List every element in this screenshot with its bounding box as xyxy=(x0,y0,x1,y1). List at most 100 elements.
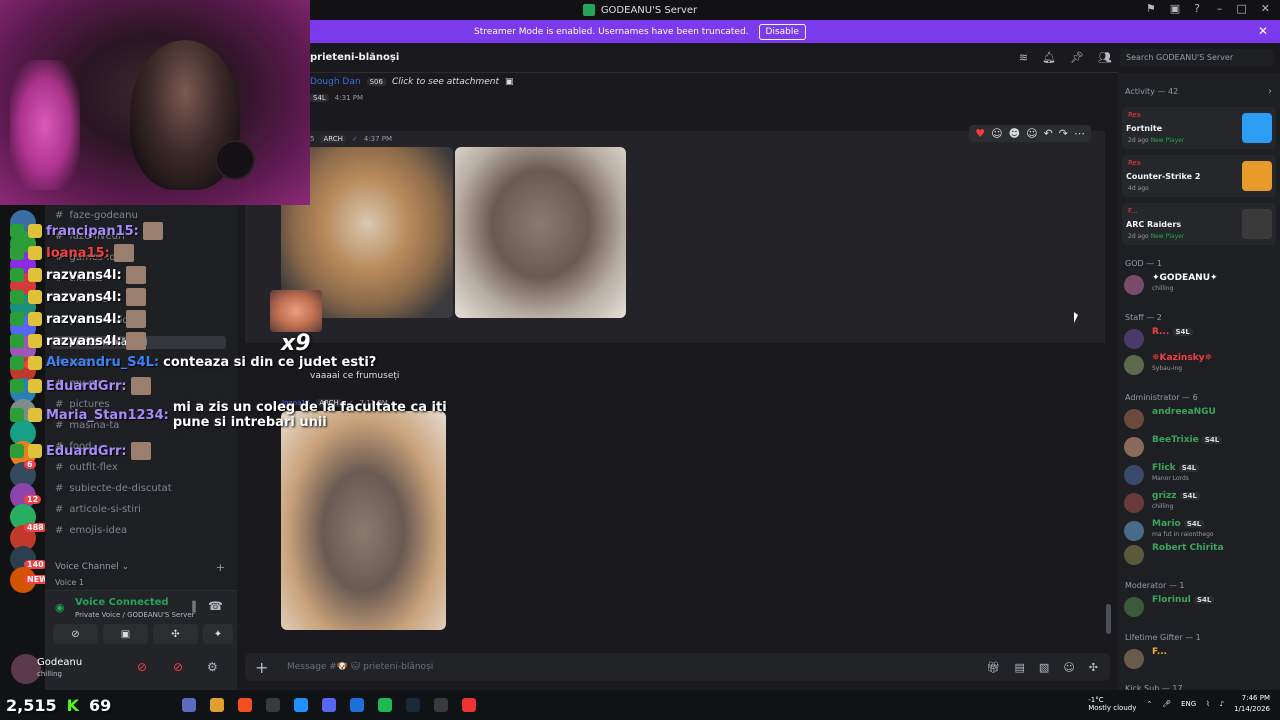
gif-icon[interactable]: ▤ xyxy=(1015,661,1025,674)
chevron-right-icon[interactable]: › xyxy=(1268,86,1272,97)
channel-faze-godeanu[interactable]: # faze-godeanu xyxy=(55,210,138,221)
disconnect-icon[interactable]: ☎ xyxy=(208,599,223,613)
chat-scrollbar[interactable] xyxy=(1106,604,1111,634)
gear-icon[interactable]: ⚙ xyxy=(207,660,218,674)
language[interactable]: ENG xyxy=(1181,700,1196,708)
volume-icon[interactable]: ♪ xyxy=(1220,700,1224,708)
emoji-icon[interactable]: ☺ xyxy=(1063,661,1074,674)
window-title: GODEANU'S Server xyxy=(600,4,698,16)
voice-status[interactable]: Voice Connected xyxy=(75,597,169,608)
member-row[interactable]: grizz S4L chilling xyxy=(1124,491,1276,513)
role-badge: S06 xyxy=(366,78,386,86)
mic-icon[interactable]: 🎤︎ xyxy=(1162,700,1171,708)
member-row[interactable]: ✵Kazinsky✵ Sybau-ing xyxy=(1124,353,1276,375)
minimize-icon[interactable]: – xyxy=(1217,2,1223,15)
member-row[interactable]: Florinul S4L xyxy=(1124,595,1276,617)
member-row[interactable]: R... S4L xyxy=(1124,327,1276,349)
message-input[interactable] xyxy=(287,662,887,672)
member-row[interactable]: andreeaNGU xyxy=(1124,407,1276,429)
search-input[interactable]: Search GODEANU'S Server xyxy=(1120,49,1274,67)
member-row[interactable]: F... xyxy=(1124,647,1276,669)
disable-streamer-button[interactable]: Disable xyxy=(758,23,806,40)
activity-card[interactable]: Rex Counter-Strike 2 4d ago xyxy=(1122,155,1276,197)
apps-icon[interactable]: ✣ xyxy=(1089,661,1098,674)
pin-icon[interactable]: 📌︎ xyxy=(1070,51,1084,64)
member-row[interactable]: Flick S4L Manor Lords xyxy=(1124,463,1276,485)
member-row[interactable]: BeeTrixie S4L xyxy=(1124,435,1276,457)
chat-line: EduardGrr: xyxy=(10,442,151,460)
wifi-icon[interactable]: ⌇ xyxy=(1206,700,1209,708)
channel-label: outfit-flex xyxy=(69,462,118,473)
obs-icon[interactable] xyxy=(266,698,280,712)
steam-icon[interactable] xyxy=(406,698,420,712)
chevron-up-icon[interactable]: ⌃ xyxy=(1146,700,1152,708)
add-reaction-icon[interactable]: ☺ xyxy=(1026,127,1037,140)
forward-icon[interactable]: ↷ xyxy=(1059,127,1068,140)
chat-emote xyxy=(113,244,134,262)
sticker-icon[interactable]: ▧ xyxy=(1039,661,1049,674)
heart-reaction-icon[interactable]: ♥ xyxy=(975,127,985,140)
laugh-reaction-icon[interactable]: ☻ xyxy=(1009,127,1020,140)
member-status: ma fut in raionthego xyxy=(1152,531,1214,538)
dog-photo-3[interactable] xyxy=(281,411,446,630)
inbox-icon[interactable]: ⚑ xyxy=(1146,2,1156,15)
server-icon xyxy=(582,4,595,16)
tier-badge-icon xyxy=(28,312,42,326)
sub-badge-icon xyxy=(10,334,24,348)
members-icon[interactable]: 👥︎ xyxy=(1098,51,1112,64)
files-icon[interactable] xyxy=(210,698,224,712)
chat-line: razvans4l: xyxy=(10,332,146,350)
bell-icon[interactable]: 🔔︎ xyxy=(1042,51,1056,64)
threads-icon[interactable]: ≋ xyxy=(1019,51,1028,64)
help-icon[interactable]: ? xyxy=(1194,2,1200,15)
store-icon[interactable] xyxy=(294,698,308,712)
channel-outfit-flex[interactable]: # outfit-flex xyxy=(55,462,118,473)
mic-muted-icon[interactable]: ⊘ xyxy=(137,660,147,674)
brave-icon[interactable] xyxy=(238,698,252,712)
channel-emojis-idea[interactable]: # emojis-idea xyxy=(55,525,127,536)
screen-icon[interactable]: ▣ xyxy=(1170,2,1180,15)
gift-icon[interactable]: 🎁︎ xyxy=(987,661,1001,674)
attachment-link[interactable]: Click to see attachment xyxy=(392,77,499,87)
edge-icon[interactable] xyxy=(350,698,364,712)
message-author[interactable]: 5 xyxy=(310,135,314,143)
activity-tag: New Player xyxy=(1150,233,1185,240)
activity-card[interactable]: Rex Fortnite 2d ago New Player xyxy=(1122,107,1276,149)
more-icon[interactable]: ⋯ xyxy=(1074,127,1085,140)
message-author[interactable]: Dough Dan xyxy=(310,77,361,87)
add-attachment-icon[interactable]: + xyxy=(255,658,271,677)
discord-icon[interactable] xyxy=(322,698,336,712)
member-name: F... xyxy=(1152,647,1167,657)
add-channel-icon[interactable]: + xyxy=(216,561,225,574)
noise-suppression-icon[interactable]: ∥ xyxy=(191,599,197,613)
task-view-icon[interactable] xyxy=(182,698,196,712)
activities-button[interactable]: ✣ xyxy=(153,624,198,644)
settings-icon[interactable] xyxy=(434,698,448,712)
member-row[interactable]: ✦GODEANU✦ chilling xyxy=(1124,273,1276,295)
clock[interactable]: 7:46 PM 1/14/2026 xyxy=(1234,693,1270,715)
opera-icon[interactable] xyxy=(462,698,476,712)
activity-game: Counter-Strike 2 xyxy=(1126,172,1201,181)
channel-articole-si-stiri[interactable]: # articole-si-stiri xyxy=(55,504,141,515)
dog-photo-2[interactable] xyxy=(455,147,626,318)
voice-channel[interactable]: Voice 1 xyxy=(55,578,129,587)
voice-section[interactable]: Voice Channel ⌄ Voice 1 xyxy=(55,562,129,587)
close-window-icon[interactable]: ✕ xyxy=(1261,2,1270,15)
screen-share-button[interactable]: ▣ xyxy=(103,624,148,644)
reply-icon[interactable]: ↶ xyxy=(1044,127,1053,140)
maximize-icon[interactable]: □ xyxy=(1236,2,1246,15)
member-name: Robert Chirita xyxy=(1152,543,1224,553)
activity-card[interactable]: F... ARC Raiders 2d ago New Player xyxy=(1122,203,1276,245)
tier-badge-icon xyxy=(28,408,42,422)
weather[interactable]: -1°C Mostly cloudy xyxy=(1088,696,1136,712)
channel-subiecte-de-discutat[interactable]: # subiecte-de-discutat xyxy=(55,483,172,494)
close-icon[interactable]: ✕ xyxy=(1258,24,1268,38)
headphones-muted-icon[interactable]: ⊘ xyxy=(173,660,183,674)
spotify-icon[interactable] xyxy=(378,698,392,712)
soundboard-button[interactable]: ✦ xyxy=(203,624,233,644)
face-reaction-icon[interactable]: ☺ xyxy=(991,127,1002,140)
member-row[interactable]: Robert Chirita xyxy=(1124,543,1276,565)
avatar xyxy=(1124,521,1144,541)
camera-off-button[interactable]: ⊘ xyxy=(53,624,98,644)
member-row[interactable]: Mario S4L ma fut in raionthego xyxy=(1124,519,1276,541)
